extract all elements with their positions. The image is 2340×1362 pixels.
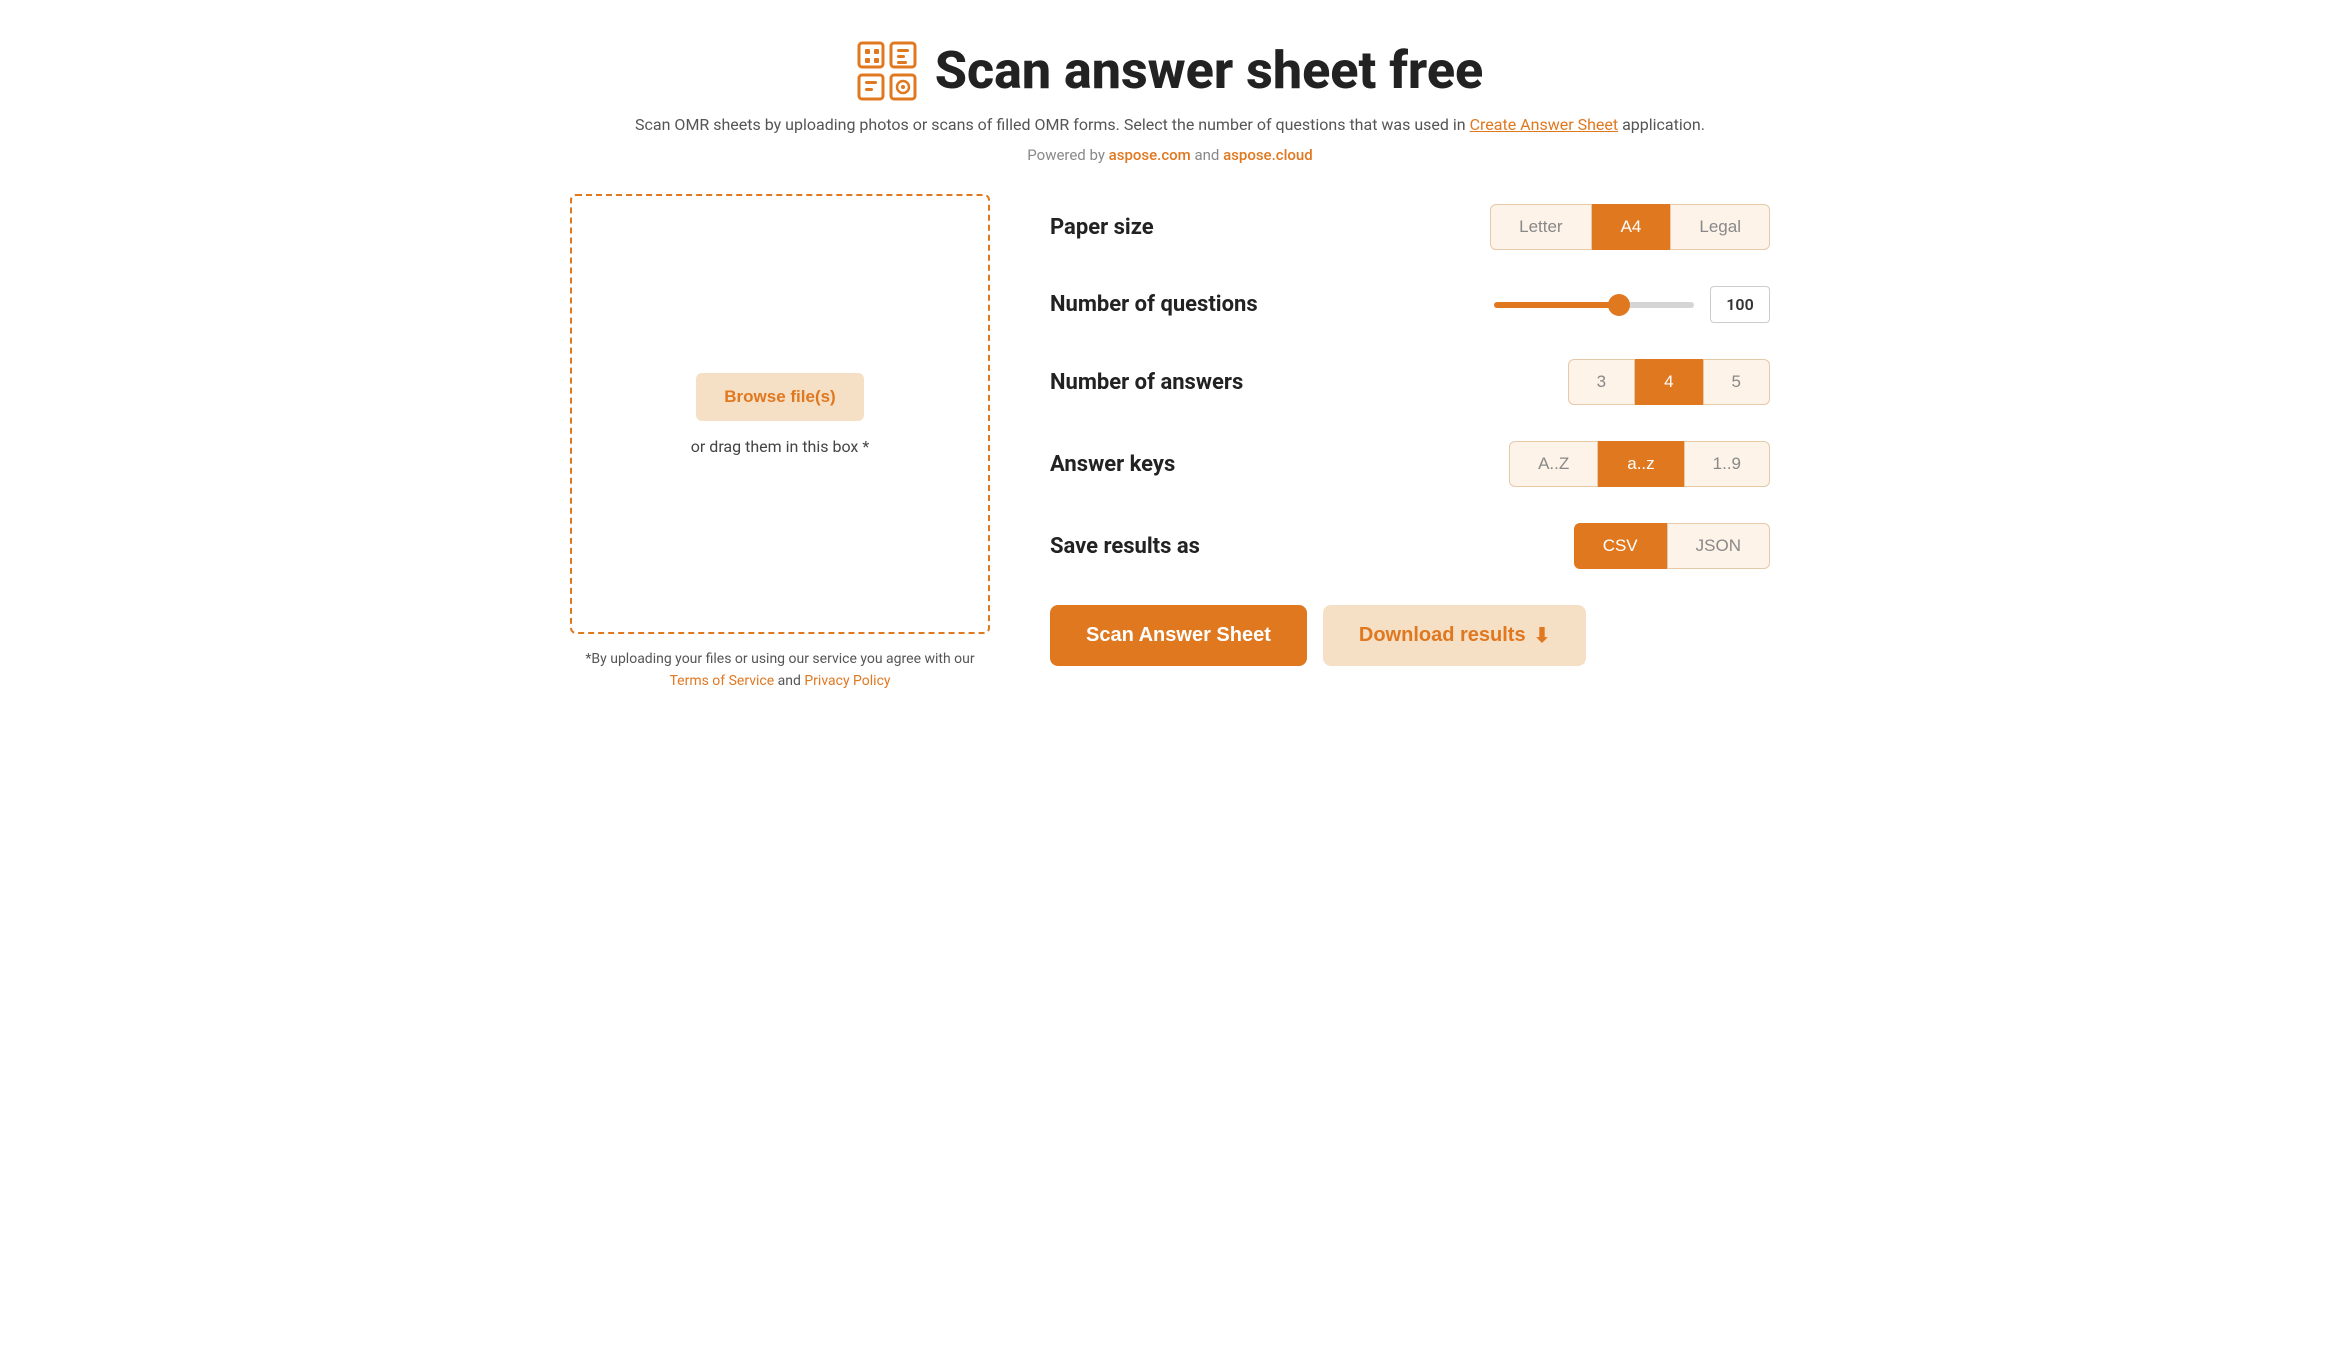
paper-size-letter[interactable]: Letter xyxy=(1490,204,1591,250)
browse-files-button[interactable]: Browse file(s) xyxy=(696,373,863,421)
download-icon: ⬇ xyxy=(1534,623,1551,648)
num-questions-controls: 100 xyxy=(1494,286,1770,323)
settings-section: Paper size Letter A4 Legal Number of que… xyxy=(1050,194,1770,666)
num-questions-row: Number of questions 100 xyxy=(1050,286,1770,323)
paper-size-options: Letter A4 Legal xyxy=(1490,204,1770,250)
save-csv[interactable]: CSV xyxy=(1574,523,1667,569)
answers-5[interactable]: 5 xyxy=(1703,359,1770,405)
save-results-row: Save results as CSV JSON xyxy=(1050,523,1770,569)
tos-link[interactable]: Terms of Service xyxy=(669,673,774,689)
answers-3[interactable]: 3 xyxy=(1568,359,1635,405)
num-answers-row: Number of answers 3 4 5 xyxy=(1050,359,1770,405)
page-title: Scan answer sheet free xyxy=(935,40,1484,101)
answer-keys-options: A..Z a..z 1..9 xyxy=(1509,441,1770,487)
num-answers-options: 3 4 5 xyxy=(1568,359,1770,405)
powered-by: Powered by aspose.com and aspose.cloud xyxy=(570,146,1770,164)
save-results-label: Save results as xyxy=(1050,534,1310,559)
answer-keys-row: Answer keys A..Z a..z 1..9 xyxy=(1050,441,1770,487)
header: Scan answer sheet free Scan OMR sheets b… xyxy=(570,40,1770,164)
upload-footer: *By uploading your files or using our se… xyxy=(570,648,990,693)
answer-keys-label: Answer keys xyxy=(1050,452,1310,477)
action-buttons: Scan Answer Sheet Download results ⬇ xyxy=(1050,605,1770,666)
drop-zone[interactable]: Browse file(s) or drag them in this box … xyxy=(570,194,990,634)
header-subtitle: Scan OMR sheets by uploading photos or s… xyxy=(570,115,1770,134)
answer-keys-AZ[interactable]: A..Z xyxy=(1509,441,1598,487)
scan-answer-sheet-button[interactable]: Scan Answer Sheet xyxy=(1050,605,1307,666)
answers-4[interactable]: 4 xyxy=(1635,359,1702,405)
answer-keys-az[interactable]: a..z xyxy=(1598,441,1683,487)
paper-size-legal[interactable]: Legal xyxy=(1670,204,1770,250)
upload-section: Browse file(s) or drag them in this box … xyxy=(570,194,990,693)
header-title-row: Scan answer sheet free xyxy=(570,40,1770,101)
page-wrapper: Scan answer sheet free Scan OMR sheets b… xyxy=(570,40,1770,693)
main-content: Browse file(s) or drag them in this box … xyxy=(570,194,1770,693)
omr-icon xyxy=(857,41,917,101)
questions-slider[interactable] xyxy=(1494,302,1694,308)
num-questions-label: Number of questions xyxy=(1050,292,1310,317)
num-answers-label: Number of answers xyxy=(1050,370,1310,395)
aspose-cloud-link[interactable]: aspose.cloud xyxy=(1223,146,1313,164)
save-json[interactable]: JSON xyxy=(1667,523,1770,569)
download-results-button[interactable]: Download results ⬇ xyxy=(1323,605,1586,666)
paper-size-label: Paper size xyxy=(1050,215,1310,240)
paper-size-row: Paper size Letter A4 Legal xyxy=(1050,204,1770,250)
answer-keys-19[interactable]: 1..9 xyxy=(1684,441,1770,487)
privacy-link[interactable]: Privacy Policy xyxy=(804,673,890,689)
questions-value: 100 xyxy=(1710,286,1770,323)
drag-text: or drag them in this box * xyxy=(691,437,869,456)
create-answer-sheet-link[interactable]: Create Answer Sheet xyxy=(1470,115,1619,134)
save-results-options: CSV JSON xyxy=(1574,523,1770,569)
aspose-com-link[interactable]: aspose.com xyxy=(1109,146,1191,164)
paper-size-a4[interactable]: A4 xyxy=(1592,204,1671,250)
